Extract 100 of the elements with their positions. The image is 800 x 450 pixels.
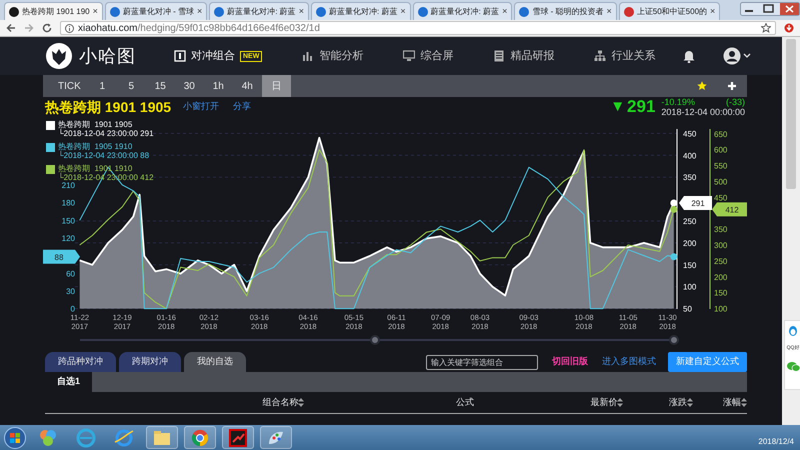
- period-tab[interactable]: 4h: [232, 75, 262, 97]
- change-percent: -10.19%: [661, 97, 695, 107]
- tab-close-icon[interactable]: ×: [710, 4, 716, 18]
- scrollbar-thumb[interactable]: [786, 39, 796, 189]
- chrome-icon[interactable]: [190, 428, 210, 448]
- period-tab[interactable]: 15: [146, 75, 175, 97]
- sort-icon[interactable]: [741, 398, 747, 407]
- address-field[interactable]: xiaohatu.com/hedging/59f01c98bb64d166e4f6e032/1d: [60, 21, 776, 35]
- list-tab[interactable]: 跨期对冲: [119, 352, 181, 372]
- period-tab[interactable]: TICK: [51, 75, 88, 97]
- range-handle[interactable]: [370, 335, 380, 345]
- add-icon[interactable]: [727, 81, 737, 91]
- internet-explorer-icon[interactable]: [114, 428, 134, 448]
- column-header[interactable]: 涨跌: [669, 396, 694, 410]
- quote-title: 热卷跨期 1901 1905: [45, 98, 172, 116]
- nav-item[interactable]: 综合屏: [403, 48, 454, 64]
- bracket-icon: [174, 50, 186, 62]
- axis-label: 450: [683, 129, 696, 138]
- legend-swatch[interactable]: [46, 121, 55, 130]
- sort-icon[interactable]: [298, 398, 304, 407]
- period-tab[interactable]: 1h: [204, 75, 233, 97]
- wechat-icon[interactable]: [786, 360, 800, 372]
- bell-icon[interactable]: [683, 50, 696, 62]
- nav-item[interactable]: 智能分析: [302, 48, 364, 64]
- brand-name[interactable]: 小哈图: [79, 42, 136, 70]
- period-tab[interactable]: 30: [174, 75, 204, 97]
- reload-icon[interactable]: [42, 23, 52, 33]
- logo-icon[interactable]: [45, 42, 73, 70]
- chart-app-icon[interactable]: [228, 428, 248, 448]
- filter-field[interactable]: 输入关键字筛选组合: [426, 354, 538, 370]
- period-tab[interactable]: 5: [116, 75, 146, 97]
- header-link[interactable]: 小窗打开: [183, 100, 220, 114]
- axis-label: 150: [714, 288, 728, 298]
- axis-label: 250: [714, 256, 728, 266]
- legend-detail: └2018-12-04 23:00:00 88: [58, 151, 150, 160]
- axis-label: 550: [714, 162, 728, 171]
- axis-label: 500: [714, 177, 728, 186]
- change-value: (-33): [726, 97, 745, 107]
- nav-item[interactable]: 行业关系: [594, 48, 656, 64]
- browser-tab[interactable]: 蔚蓝量化对冲: 蔚蓝 ×: [412, 2, 512, 20]
- value-tag: 291: [679, 196, 712, 210]
- list-tab[interactable]: 跨品种对冲: [45, 352, 116, 372]
- mode-link[interactable]: 切回旧版: [552, 355, 588, 369]
- browser-tab[interactable]: 上证50和中证500的 ×: [618, 2, 720, 20]
- browser-tab[interactable]: 蔚蓝量化对冲: 蔚蓝 ×: [209, 2, 309, 20]
- axis-label: 350: [714, 225, 728, 234]
- column-header[interactable]: 组合名称: [262, 396, 304, 410]
- axis-label: 150: [62, 216, 75, 226]
- range-handle[interactable]: [669, 335, 679, 345]
- last-price: 291: [627, 96, 656, 118]
- axis-label: 400: [683, 151, 696, 160]
- favorite-star-icon[interactable]: [697, 81, 707, 91]
- document-icon: [493, 50, 506, 62]
- qq-icon[interactable]: [787, 325, 799, 337]
- axis-label: 200: [714, 272, 728, 282]
- colorful-circles-icon[interactable]: [38, 428, 58, 448]
- watchlist-tab[interactable]: 自选1: [45, 372, 92, 392]
- sort-icon[interactable]: [687, 398, 694, 407]
- tab-close-icon[interactable]: ×: [606, 4, 612, 18]
- legend-label: 热卷跨期 1901 1910: [58, 164, 134, 173]
- tab-close-icon[interactable]: ×: [502, 4, 508, 18]
- legend-label: 热卷跨期 1901 1905: [58, 120, 134, 129]
- tab-close-icon[interactable]: ×: [298, 4, 304, 18]
- browser-tab[interactable]: 雪球 - 聪明的投资者 ×: [514, 2, 617, 20]
- column-header[interactable]: 最新价: [590, 396, 624, 410]
- browser-tab[interactable]: 热卷跨期 1901 190 ×: [4, 2, 103, 20]
- legend-swatch[interactable]: [46, 143, 55, 152]
- legend-swatch[interactable]: [46, 165, 55, 174]
- mode-link[interactable]: 进入多图模式: [602, 355, 656, 369]
- extension-icon[interactable]: [784, 23, 794, 33]
- value-tag: 412: [712, 202, 747, 216]
- sort-icon[interactable]: [617, 398, 624, 407]
- tab-close-icon[interactable]: ×: [400, 4, 406, 18]
- avatar-menu-icon[interactable]: [723, 47, 752, 65]
- monitor-icon: [403, 50, 416, 62]
- back-icon[interactable]: [6, 23, 16, 33]
- axis-label: 250: [683, 217, 696, 226]
- list-tab[interactable]: 我的自选: [184, 352, 246, 372]
- axis-label: 650: [714, 130, 728, 139]
- tab-close-icon[interactable]: ×: [92, 4, 98, 18]
- axis-label: 180: [62, 198, 75, 208]
- nav-item[interactable]: 精品研报: [493, 48, 554, 64]
- header-link[interactable]: 分享: [233, 100, 252, 114]
- quote-time: 2018-12-04 00:00:00: [661, 107, 745, 117]
- period-tab[interactable]: 1: [88, 75, 117, 97]
- axis-label: 150: [683, 260, 696, 270]
- axis-label: 120: [62, 234, 75, 243]
- start-icon[interactable]: [4, 426, 26, 448]
- window-controls[interactable]: [740, 2, 800, 16]
- bookmark-star-icon[interactable]: [761, 23, 771, 33]
- axis-label: 0: [70, 304, 75, 314]
- column-header: 公式: [456, 396, 474, 409]
- bar-chart-icon: [302, 50, 314, 62]
- tab-close-icon[interactable]: ×: [196, 4, 202, 18]
- browser-tab[interactable]: 蔚蓝量化对冲: 蔚蓝 ×: [310, 2, 411, 20]
- axis-label: 50: [683, 304, 692, 314]
- value-tag: 88: [43, 250, 80, 264]
- browser-tab[interactable]: 蔚蓝量化对冲 - 雪球 ×: [104, 2, 208, 20]
- axis-label: 30: [66, 286, 75, 296]
- column-header[interactable]: 涨幅: [723, 396, 747, 410]
